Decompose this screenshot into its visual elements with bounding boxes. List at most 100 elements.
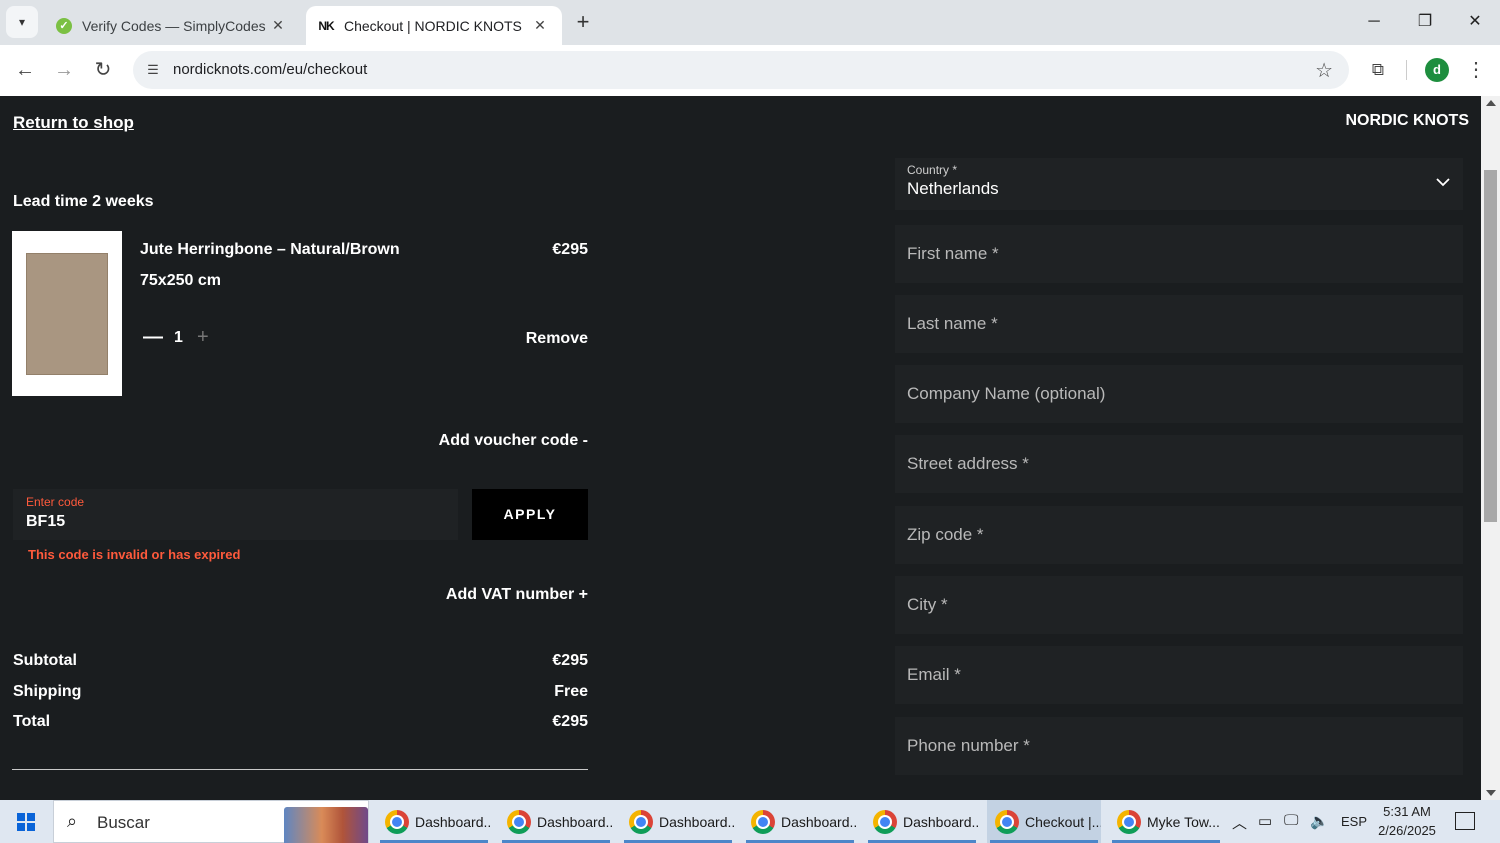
- chrome-icon: [995, 809, 1019, 834]
- volume-icon[interactable]: 🔈: [1310, 812, 1329, 830]
- url-text[interactable]: nordicknots.com/eu/checkout: [173, 61, 367, 78]
- browser-tab-bar: ▾ ✓ Verify Codes — SimplyCodes ✕ NK Chec…: [0, 0, 1500, 45]
- clock-time[interactable]: 5:31 AM: [1372, 804, 1442, 819]
- taskbar-search-placeholder: Buscar: [97, 813, 150, 832]
- tab-simplycodes[interactable]: ✓ Verify Codes — SimplyCodes ✕: [44, 6, 300, 45]
- reload-button[interactable]: ↻: [90, 57, 116, 83]
- show-hidden-icons-icon[interactable]: ︿: [1232, 812, 1247, 833]
- forward-button[interactable]: →: [51, 57, 77, 83]
- network-icon[interactable]: 🖵: [1284, 812, 1298, 829]
- rug-thumbnail: [26, 253, 108, 375]
- return-to-shop-link[interactable]: Return to shop: [13, 113, 134, 133]
- new-tab-button[interactable]: +: [570, 10, 596, 36]
- taskbar-app-dashboard-3[interactable]: Dashboard...: [621, 800, 735, 843]
- bookmark-star-icon[interactable]: ☆: [1315, 58, 1333, 83]
- scroll-down-arrow-icon[interactable]: [1486, 790, 1496, 796]
- site-info-icon[interactable]: ☰: [143, 60, 163, 80]
- taskbar-app-checkout[interactable]: Checkout |...: [987, 800, 1101, 843]
- toolbar-divider: [1406, 60, 1407, 80]
- input-language[interactable]: ESP: [1341, 814, 1367, 829]
- apply-voucher-button[interactable]: APPLY: [472, 489, 588, 540]
- taskbar-app-label: Checkout |...: [1025, 813, 1101, 830]
- browser-toolbar: ← → ↻ ☰ nordicknots.com/eu/checkout ☆ ⧉ …: [0, 45, 1500, 96]
- country-select[interactable]: Country * Netherlands: [895, 158, 1463, 210]
- search-highlight-image: [284, 807, 368, 843]
- voucher-error-message: This code is invalid or has expired: [28, 547, 241, 562]
- extensions-icon[interactable]: ⧉: [1366, 58, 1390, 82]
- chrome-icon: [751, 809, 775, 834]
- voucher-code-input[interactable]: Enter code BF15: [13, 489, 458, 540]
- meet-now-icon[interactable]: ▭: [1258, 812, 1272, 830]
- product-name: Jute Herringbone – Natural/Brown: [140, 241, 400, 258]
- city-placeholder: City *: [907, 595, 948, 614]
- minimize-button[interactable]: ─: [1359, 8, 1389, 36]
- chrome-icon: [507, 809, 531, 834]
- zip-code-placeholder: Zip code *: [907, 525, 984, 544]
- taskbar-app-dashboard-4[interactable]: Dashboard...: [743, 800, 857, 843]
- chevron-down-icon: [1436, 178, 1450, 187]
- first-name-placeholder: First name *: [907, 244, 999, 263]
- voucher-code-label: Enter code: [26, 495, 85, 509]
- quantity-decrease-button[interactable]: —: [143, 326, 163, 349]
- taskbar-app-label: Dashboard...: [537, 813, 613, 830]
- last-name-field[interactable]: Last name *: [895, 295, 1463, 353]
- clock-date[interactable]: 2/26/2025: [1372, 823, 1442, 838]
- close-icon[interactable]: ✕: [530, 17, 550, 34]
- last-name-placeholder: Last name *: [907, 314, 998, 333]
- search-icon: ⌕: [67, 811, 78, 831]
- quantity-increase-button[interactable]: +: [197, 326, 209, 349]
- remove-item-button[interactable]: Remove: [500, 330, 588, 348]
- taskbar-app-label: Dashboard...: [415, 813, 491, 830]
- restore-button[interactable]: ❐: [1410, 8, 1440, 36]
- voucher-code-value[interactable]: BF15: [26, 513, 65, 531]
- scroll-up-arrow-icon[interactable]: [1486, 100, 1496, 106]
- shipping-label: Shipping: [13, 683, 82, 700]
- country-value[interactable]: Netherlands: [907, 179, 999, 199]
- browser-menu-icon[interactable]: ⋮: [1466, 58, 1486, 82]
- taskbar-app-myke[interactable]: Myke Tow...: [1109, 800, 1223, 843]
- close-icon[interactable]: ✕: [268, 17, 288, 34]
- vat-number-toggle[interactable]: Add VAT number +: [400, 586, 588, 604]
- product-price: €295: [552, 241, 588, 258]
- scrollbar-thumb[interactable]: [1484, 170, 1497, 522]
- start-button[interactable]: [0, 800, 52, 843]
- taskbar-app-label: Dashboard...: [781, 813, 857, 830]
- taskbar-app-dashboard-1[interactable]: Dashboard...: [377, 800, 491, 843]
- company-name-placeholder: Company Name (optional): [907, 384, 1106, 403]
- country-label: Country *: [907, 163, 958, 177]
- chevron-down-icon: ▾: [18, 15, 26, 29]
- chrome-icon: [873, 809, 897, 834]
- page-scrollbar[interactable]: [1481, 96, 1500, 800]
- voucher-toggle[interactable]: Add voucher code -: [400, 432, 588, 450]
- profile-avatar[interactable]: d: [1425, 58, 1449, 82]
- email-placeholder: Email *: [907, 665, 961, 684]
- street-address-field[interactable]: Street address *: [895, 435, 1463, 493]
- close-window-button[interactable]: ✕: [1460, 8, 1490, 36]
- back-button[interactable]: ←: [12, 57, 38, 83]
- taskbar-app-label: Myke Tow...: [1147, 813, 1220, 830]
- address-bar[interactable]: ☰ nordicknots.com/eu/checkout ☆: [133, 51, 1349, 89]
- product-image: [12, 231, 122, 396]
- brand-logo[interactable]: NORDIC KNOTS: [1345, 112, 1469, 130]
- quantity-value: 1: [174, 329, 183, 346]
- taskbar-app-dashboard-5[interactable]: Dashboard...: [865, 800, 979, 843]
- tab-checkout[interactable]: NK Checkout | NORDIC KNOTS ✕: [306, 6, 562, 45]
- tab-search-button[interactable]: ▾: [6, 6, 38, 38]
- company-name-field[interactable]: Company Name (optional): [895, 365, 1463, 423]
- phone-number-field[interactable]: Phone number *: [895, 717, 1463, 775]
- simplycodes-icon: ✓: [56, 17, 72, 34]
- city-field[interactable]: City *: [895, 576, 1463, 634]
- notification-center-icon[interactable]: [1455, 812, 1475, 830]
- taskbar-app-dashboard-2[interactable]: Dashboard...: [499, 800, 613, 843]
- summary-divider: [12, 769, 588, 770]
- windows-logo-icon: [17, 812, 35, 831]
- subtotal-label: Subtotal: [13, 652, 77, 669]
- email-field[interactable]: Email *: [895, 646, 1463, 704]
- chrome-icon: [385, 809, 409, 834]
- tab-title: Checkout | NORDIC KNOTS: [344, 17, 522, 34]
- first-name-field[interactable]: First name *: [895, 225, 1463, 283]
- taskbar-search-box[interactable]: ⌕ Buscar: [53, 800, 369, 843]
- zip-code-field[interactable]: Zip code *: [895, 506, 1463, 564]
- total-value: €295: [552, 713, 588, 730]
- tab-title: Verify Codes — SimplyCodes: [82, 17, 266, 34]
